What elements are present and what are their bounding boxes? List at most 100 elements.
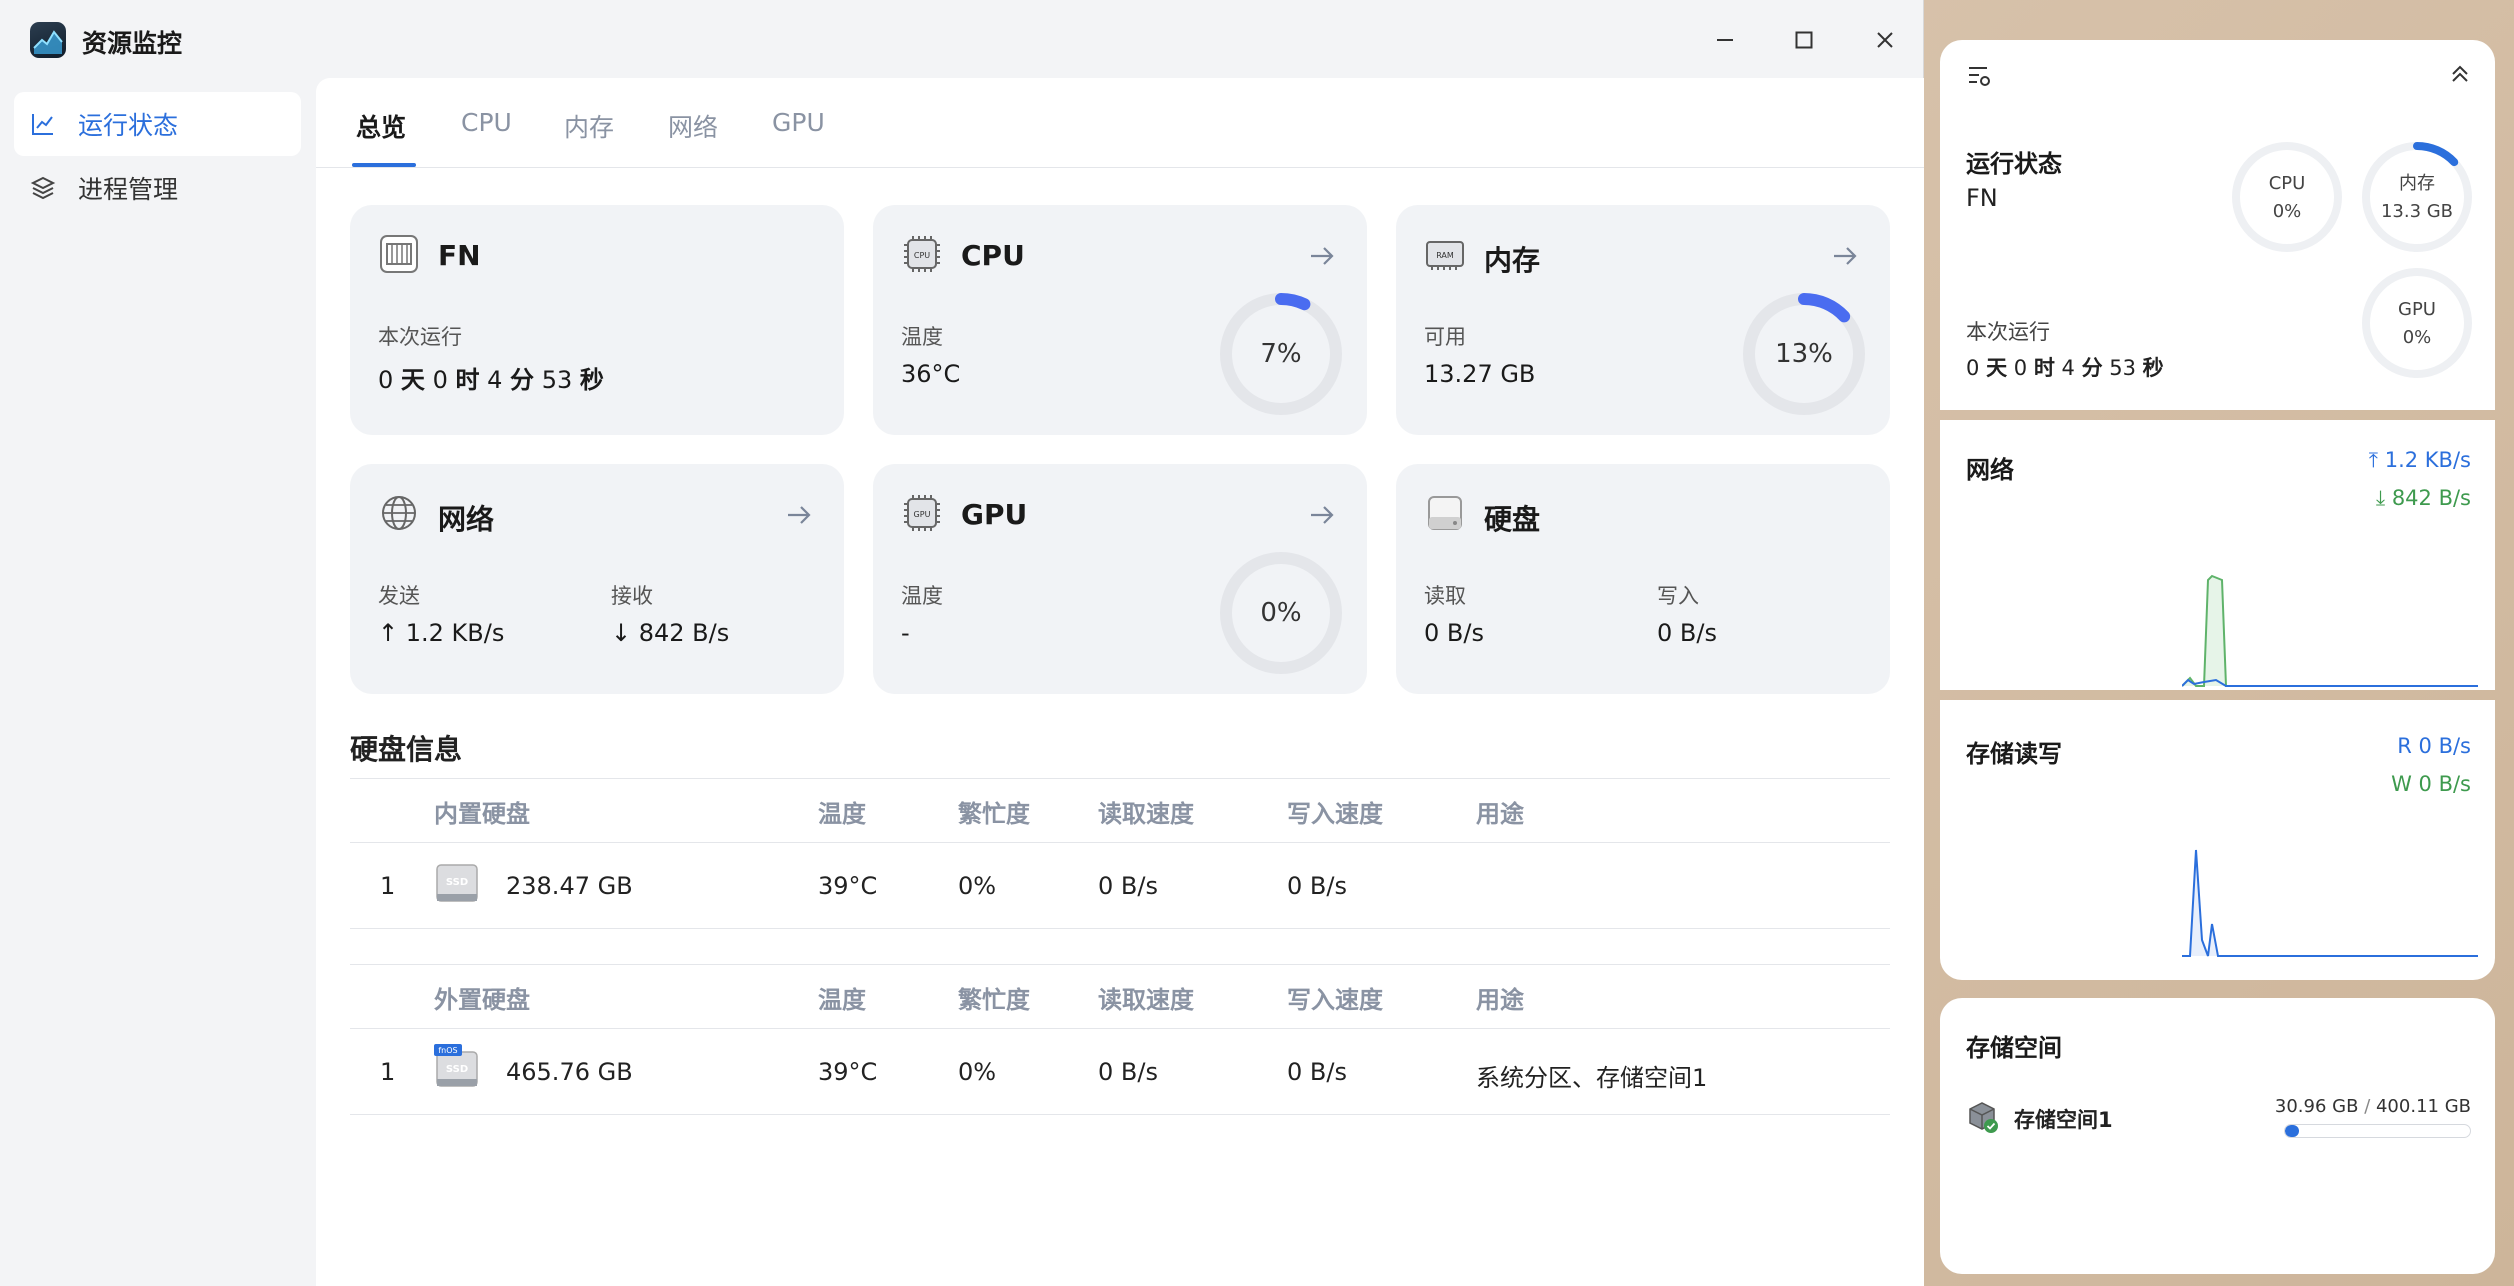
row-index: 1 — [380, 1058, 396, 1086]
gpu-temp-value: - — [901, 619, 910, 647]
usage-header: 用途 — [1476, 986, 1524, 1014]
busy-header: 繁忙度 — [958, 800, 1030, 828]
tab-cpu[interactable]: CPU — [461, 108, 512, 137]
disk-write-speed: 0 B/s — [1287, 872, 1347, 900]
download-speed: ⤓ 842 B/s — [2375, 486, 2471, 510]
status-widget: 运行状态 FN 本次运行 0 天 0 时 4 分 53 秒 CPU 0% 内存 13… — [1940, 40, 2495, 410]
disk-usage: 系统分区、存储空间1 — [1476, 1064, 1708, 1092]
receive-value: ↓ 842 B/s — [611, 619, 730, 647]
network-widget-title: 网络 — [1966, 456, 2014, 484]
write-speed-header: 写入速度 — [1287, 800, 1383, 828]
disk-busy: 0% — [958, 1058, 997, 1086]
volume-name[interactable]: 存储空间1 — [2014, 1104, 2113, 1134]
cpu-temp-label: 温度 — [901, 325, 943, 349]
uptime-label: 本次运行 — [1966, 320, 2050, 344]
minimize-icon — [1717, 39, 1733, 41]
svg-text:CPU: CPU — [914, 251, 930, 260]
maximize-icon — [1795, 31, 1813, 49]
tab-overview[interactable]: 总览 — [356, 108, 406, 144]
upload-speed: ⤒ 1.2 KB/s — [2368, 448, 2471, 472]
svg-text:SSD: SSD — [446, 1064, 468, 1075]
ssd-icon: SSD — [436, 864, 478, 902]
cpu-card[interactable]: CPU CPU 温度 36°C 7% — [873, 205, 1367, 435]
status-widget-title: 运行状态 — [1966, 150, 2062, 178]
settings-list-icon[interactable] — [1966, 62, 1994, 90]
divider — [350, 1114, 1890, 1115]
tab-network[interactable]: 网络 — [668, 108, 718, 144]
sidebar-item-status[interactable]: 运行状态 — [14, 92, 301, 156]
memory-card[interactable]: RAM 内存 可用 13.27 GB 13% — [1396, 205, 1890, 435]
ram-icon: RAM — [1426, 241, 1464, 270]
temp-header: 温度 — [818, 800, 866, 828]
disk-read-speed: 0 B/s — [1098, 1058, 1158, 1086]
volume-icon — [1969, 1102, 1998, 1133]
svg-text:SSD: SSD — [446, 877, 468, 888]
storage-io-title: 存储读写 — [1966, 740, 2062, 768]
gpu-card[interactable]: GPU GPU 温度 - 0% — [873, 464, 1367, 694]
cpu-usage-text: 7% — [1260, 339, 1302, 369]
disk-busy: 0% — [958, 872, 997, 900]
gpu-chip-icon: GPU — [904, 495, 940, 531]
tab-bar: 总览 CPU 内存 网络 GPU — [316, 78, 1924, 168]
disk-read-label: 读取 — [1424, 584, 1466, 608]
hard-disk-icon — [1428, 496, 1462, 530]
arrow-right-icon[interactable] — [1307, 241, 1337, 271]
disk-info-title: 硬盘信息 — [350, 733, 463, 766]
read-speed-header: 读取速度 — [1098, 800, 1194, 828]
cpu-temp-value: 36°C — [901, 360, 961, 388]
device-name: FN — [1966, 184, 1998, 212]
read-speed-header: 读取速度 — [1098, 986, 1194, 1014]
divider — [350, 842, 1890, 843]
collapse-icon[interactable] — [2448, 62, 2472, 86]
storage-usage-fill — [2285, 1125, 2300, 1137]
cpu-ring-text: CPU 0% — [2268, 173, 2306, 222]
minimize-button[interactable] — [1702, 20, 1748, 60]
disk-card: 硬盘 读取 0 B/s 写入 0 B/s — [1396, 464, 1890, 694]
memory-card-title: 内存 — [1484, 244, 1541, 277]
memory-available-label: 可用 — [1424, 325, 1466, 349]
tab-gpu[interactable]: GPU — [772, 108, 825, 137]
disk-size: 465.76 GB — [506, 1058, 633, 1086]
write-speed-header: 写入速度 — [1287, 986, 1383, 1014]
disk-write-value: 0 B/s — [1657, 619, 1717, 647]
sidebar-item-label: 运行状态 — [78, 111, 179, 140]
storage-io-sparkline — [2182, 849, 2478, 957]
send-label: 发送 — [378, 584, 420, 608]
cpu-chip-icon: CPU — [904, 236, 940, 272]
arrow-right-icon[interactable] — [1830, 241, 1860, 271]
active-tab-indicator — [352, 163, 416, 167]
title-bar: 资源监控 — [0, 0, 1924, 78]
divider — [350, 964, 1890, 965]
ssd-system-icon: SSD fnOS — [434, 1044, 478, 1087]
tab-memory[interactable]: 内存 — [564, 108, 614, 144]
storage-read-speed: R 0 B/s — [2397, 734, 2471, 758]
send-value: ↑ 1.2 KB/s — [378, 619, 505, 647]
gpu-card-title: GPU — [961, 498, 1028, 531]
storage-space-widget: 存储空间 存储空间1 30.96 GB / 400.11 GB — [1940, 998, 2495, 1274]
disk-write-label: 写入 — [1657, 584, 1699, 608]
network-card[interactable]: 网络 发送 ↑ 1.2 KB/s 接收 ↓ 842 B/s — [350, 464, 844, 694]
network-widget: 网络 ⤒ 1.2 KB/s ⤓ 842 B/s — [1940, 420, 2495, 690]
device-icon — [380, 235, 418, 273]
divider — [350, 778, 1890, 779]
maximize-button[interactable] — [1781, 20, 1827, 60]
storage-write-speed: W 0 B/s — [2391, 772, 2471, 796]
fn-card: FN 本次运行 0 天 0 时 4 分 53 秒 — [350, 205, 844, 435]
storage-space-title: 存储空间 — [1966, 1034, 2062, 1062]
arrow-right-icon[interactable] — [784, 500, 814, 530]
memory-ring-text: 内存 13.3 GB — [2380, 173, 2454, 222]
gpu-temp-label: 温度 — [901, 584, 943, 608]
disk-read-value: 0 B/s — [1424, 619, 1484, 647]
usage-header: 用途 — [1476, 800, 1524, 828]
svg-text:fnOS: fnOS — [438, 1046, 457, 1055]
memory-usage-text: 13% — [1775, 339, 1833, 369]
arrow-right-icon[interactable] — [1307, 500, 1337, 530]
close-button[interactable] — [1862, 20, 1908, 60]
sidebar-item-process[interactable]: 进程管理 — [14, 156, 301, 220]
uptime-value: 0 天 0 时 4 分 53 秒 — [378, 366, 604, 394]
svg-text:RAM: RAM — [1436, 251, 1454, 260]
globe-icon — [382, 496, 416, 530]
temp-header: 温度 — [818, 986, 866, 1014]
gpu-usage-text: 0% — [1260, 598, 1302, 628]
app-title: 资源监控 — [82, 29, 183, 58]
